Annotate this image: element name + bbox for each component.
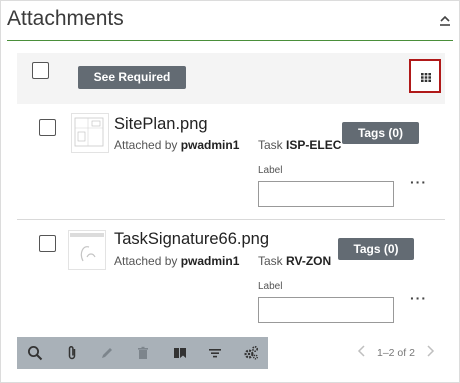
- task-prefix: Task: [258, 254, 283, 268]
- attached-by-text: Attached by pwadmin1: [114, 254, 239, 268]
- attachments-toolbar: See Required: [17, 53, 445, 104]
- paperclip-icon[interactable]: [64, 345, 80, 361]
- attached-by-text: Attached by pwadmin1: [114, 138, 239, 152]
- item-checkbox[interactable]: [39, 235, 56, 252]
- attached-by-prefix: Attached by: [114, 254, 178, 268]
- tags-button[interactable]: Tags (0): [342, 122, 419, 144]
- grid-view-button[interactable]: [409, 59, 441, 93]
- label-input[interactable]: [258, 181, 394, 207]
- tags-button[interactable]: Tags (0): [338, 238, 414, 260]
- grid-icon: [421, 73, 431, 82]
- attachments-panel: Attachments See Required SitePlan.png At…: [0, 0, 460, 383]
- signature-preview-icon: [70, 233, 104, 262]
- item-checkbox[interactable]: [39, 119, 56, 136]
- page-title: Attachments: [7, 7, 124, 30]
- list-item: TaskSignature66.png Attached by pwadmin1…: [17, 227, 445, 333]
- bottom-toolbar: [17, 337, 268, 369]
- search-icon[interactable]: [27, 345, 43, 361]
- see-required-button[interactable]: See Required: [78, 66, 186, 89]
- file-thumbnail[interactable]: [68, 230, 106, 270]
- task-text: Task ISP-ELEC: [258, 138, 341, 152]
- item-divider: [17, 219, 445, 220]
- header-divider: [7, 40, 453, 41]
- next-page-icon[interactable]: [425, 344, 435, 358]
- more-options-button[interactable]: ···: [410, 174, 427, 190]
- file-name[interactable]: SitePlan.png: [114, 115, 208, 134]
- list-item: SitePlan.png Attached by pwadmin1 Task I…: [17, 109, 445, 215]
- gear-icon[interactable]: [243, 345, 259, 361]
- label-caption: Label: [258, 165, 283, 176]
- select-all-checkbox[interactable]: [32, 62, 49, 79]
- siteplan-preview-icon: [74, 117, 104, 147]
- task-id: RV-ZON: [286, 254, 332, 268]
- attached-by-prefix: Attached by: [114, 138, 178, 152]
- attached-by-user: pwadmin1: [180, 254, 240, 268]
- more-options-button[interactable]: ···: [410, 290, 427, 306]
- label-input[interactable]: [258, 297, 394, 323]
- attached-by-user: pwadmin1: [180, 138, 240, 152]
- file-thumbnail[interactable]: [71, 113, 109, 153]
- panel-header: Attachments: [1, 1, 459, 41]
- filter-icon[interactable]: [207, 345, 223, 361]
- pagination-text: 1–2 of 2: [377, 347, 415, 359]
- task-id: ISP-ELEC: [286, 138, 342, 152]
- label-caption: Label: [258, 281, 283, 292]
- pencil-icon[interactable]: [99, 345, 115, 361]
- chevron-up-icon[interactable]: [439, 14, 451, 28]
- bookmark-icon[interactable]: [172, 345, 188, 361]
- file-name[interactable]: TaskSignature66.png: [114, 230, 269, 249]
- trash-icon[interactable]: [135, 345, 151, 361]
- previous-page-icon[interactable]: [357, 344, 367, 358]
- task-text: Task RV-ZON: [258, 254, 331, 268]
- task-prefix: Task: [258, 138, 283, 152]
